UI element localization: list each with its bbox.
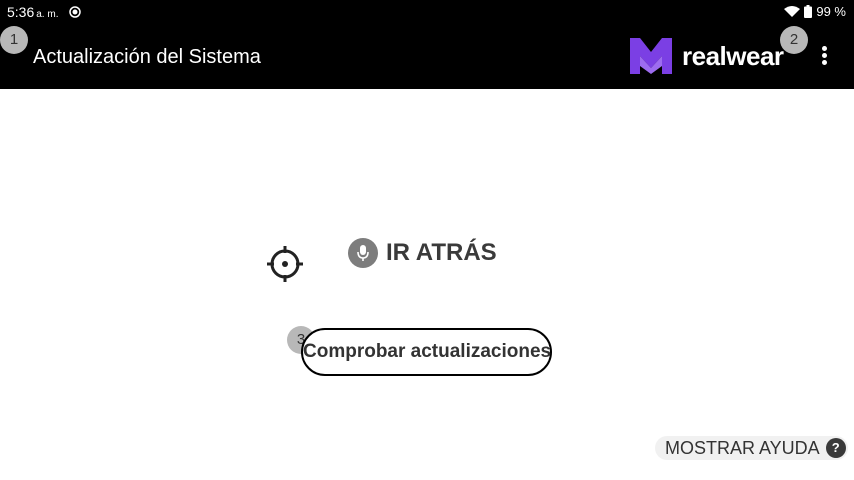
- go-back-button[interactable]: IR ATRÁS: [348, 238, 497, 268]
- badge-2: 2: [780, 26, 808, 54]
- go-back-label: IR ATRÁS: [386, 239, 497, 266]
- status-indicators: 99 %: [784, 4, 846, 19]
- battery-percent: 99 %: [816, 4, 846, 19]
- battery-icon: [804, 5, 813, 18]
- realwear-logo: realwear: [628, 36, 784, 76]
- crosshair-icon: [267, 246, 303, 282]
- realwear-logo-icon: [630, 38, 672, 74]
- page-title: Actualización del Sistema: [33, 46, 261, 68]
- show-help-label: MOSTRAR AYUDA: [665, 437, 820, 458]
- microphone-icon: [348, 238, 378, 268]
- logo-text: realwear: [682, 40, 784, 71]
- overflow-menu-icon[interactable]: [818, 46, 830, 68]
- status-time: 5:36 a. m.: [7, 4, 59, 20]
- wifi-icon: [784, 5, 801, 17]
- top-app-bar: 5:36 a. m. 99 % Actualización del Sistema…: [0, 0, 854, 89]
- badge-1: 1: [0, 26, 28, 54]
- show-help-button[interactable]: MOSTRAR AYUDA ?: [655, 436, 848, 460]
- sync-icon: [69, 6, 81, 18]
- check-updates-button[interactable]: Comprobar actualizaciones: [301, 328, 552, 376]
- help-icon: ?: [825, 438, 846, 458]
